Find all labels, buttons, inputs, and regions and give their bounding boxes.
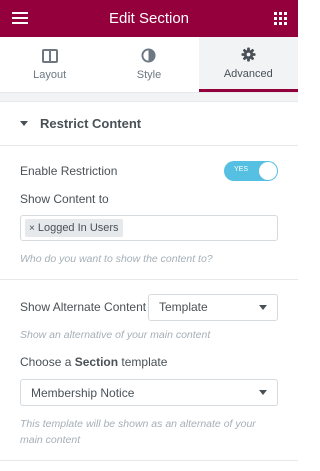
- alternate-content-label: Show Alternate Content: [20, 300, 147, 314]
- template-select-value: Membership Notice: [31, 385, 135, 400]
- tab-advanced-label: Advanced: [223, 67, 273, 80]
- toggle-knob: [259, 162, 277, 180]
- enable-restriction-toggle[interactable]: YES: [224, 161, 278, 181]
- panel-header: Edit Section: [0, 0, 298, 37]
- tag-label: Logged In Users: [37, 222, 119, 234]
- tag-chip: × Logged In Users: [25, 219, 123, 237]
- choose-template-label-bold: Section: [74, 355, 119, 369]
- panel-spacer: [0, 93, 298, 102]
- panel-title: Edit Section: [108, 10, 190, 27]
- alternate-content-select[interactable]: Template: [148, 293, 278, 321]
- divider: [0, 460, 298, 461]
- tab-advanced[interactable]: Advanced: [198, 37, 298, 92]
- section-title: Restrict Content: [40, 116, 142, 131]
- choose-template-label-prefix: Choose a: [20, 355, 72, 369]
- dropdown-arrow-icon: [259, 304, 267, 310]
- alternate-content-value: Template: [159, 300, 208, 314]
- toggle-yes-text: YES: [234, 166, 249, 173]
- section-toggle-restrict-content[interactable]: Restrict Content: [0, 102, 298, 146]
- hamburger-icon[interactable]: [12, 12, 28, 24]
- template-description: This template will be shown as an altern…: [20, 418, 256, 446]
- gear-icon: [241, 46, 256, 62]
- show-content-to-label: Show Content to: [20, 192, 109, 206]
- tab-style-label: Style: [136, 69, 162, 81]
- enable-restriction-row: Enable Restriction YES: [0, 160, 298, 182]
- show-content-to-description: Who do you want to show the content to?: [20, 253, 213, 265]
- tab-layout-label: Layout: [33, 68, 67, 81]
- caret-down-icon: [20, 121, 28, 126]
- alternate-content-description: Show an alternative of your main content: [20, 329, 211, 341]
- alternate-content-row: Show Alternate Content Template: [0, 293, 298, 321]
- dropdown-arrow-icon: [259, 390, 267, 395]
- show-content-to-select[interactable]: × Logged In Users: [20, 215, 278, 241]
- template-select[interactable]: Membership Notice: [20, 379, 278, 406]
- panel-tabs: Layout Style Advanced: [0, 37, 298, 93]
- layout-columns-icon: [41, 48, 58, 63]
- contrast-icon: [141, 48, 157, 63]
- tab-layout[interactable]: Layout: [0, 37, 99, 92]
- remove-tag-icon[interactable]: ×: [29, 223, 35, 234]
- enable-restriction-label: Enable Restriction: [20, 164, 118, 178]
- choose-template-label: Choose a Section template: [0, 355, 298, 369]
- tab-style[interactable]: Style: [99, 37, 198, 92]
- choose-template-label-suffix: template: [121, 355, 168, 369]
- grid-icon[interactable]: [274, 12, 287, 25]
